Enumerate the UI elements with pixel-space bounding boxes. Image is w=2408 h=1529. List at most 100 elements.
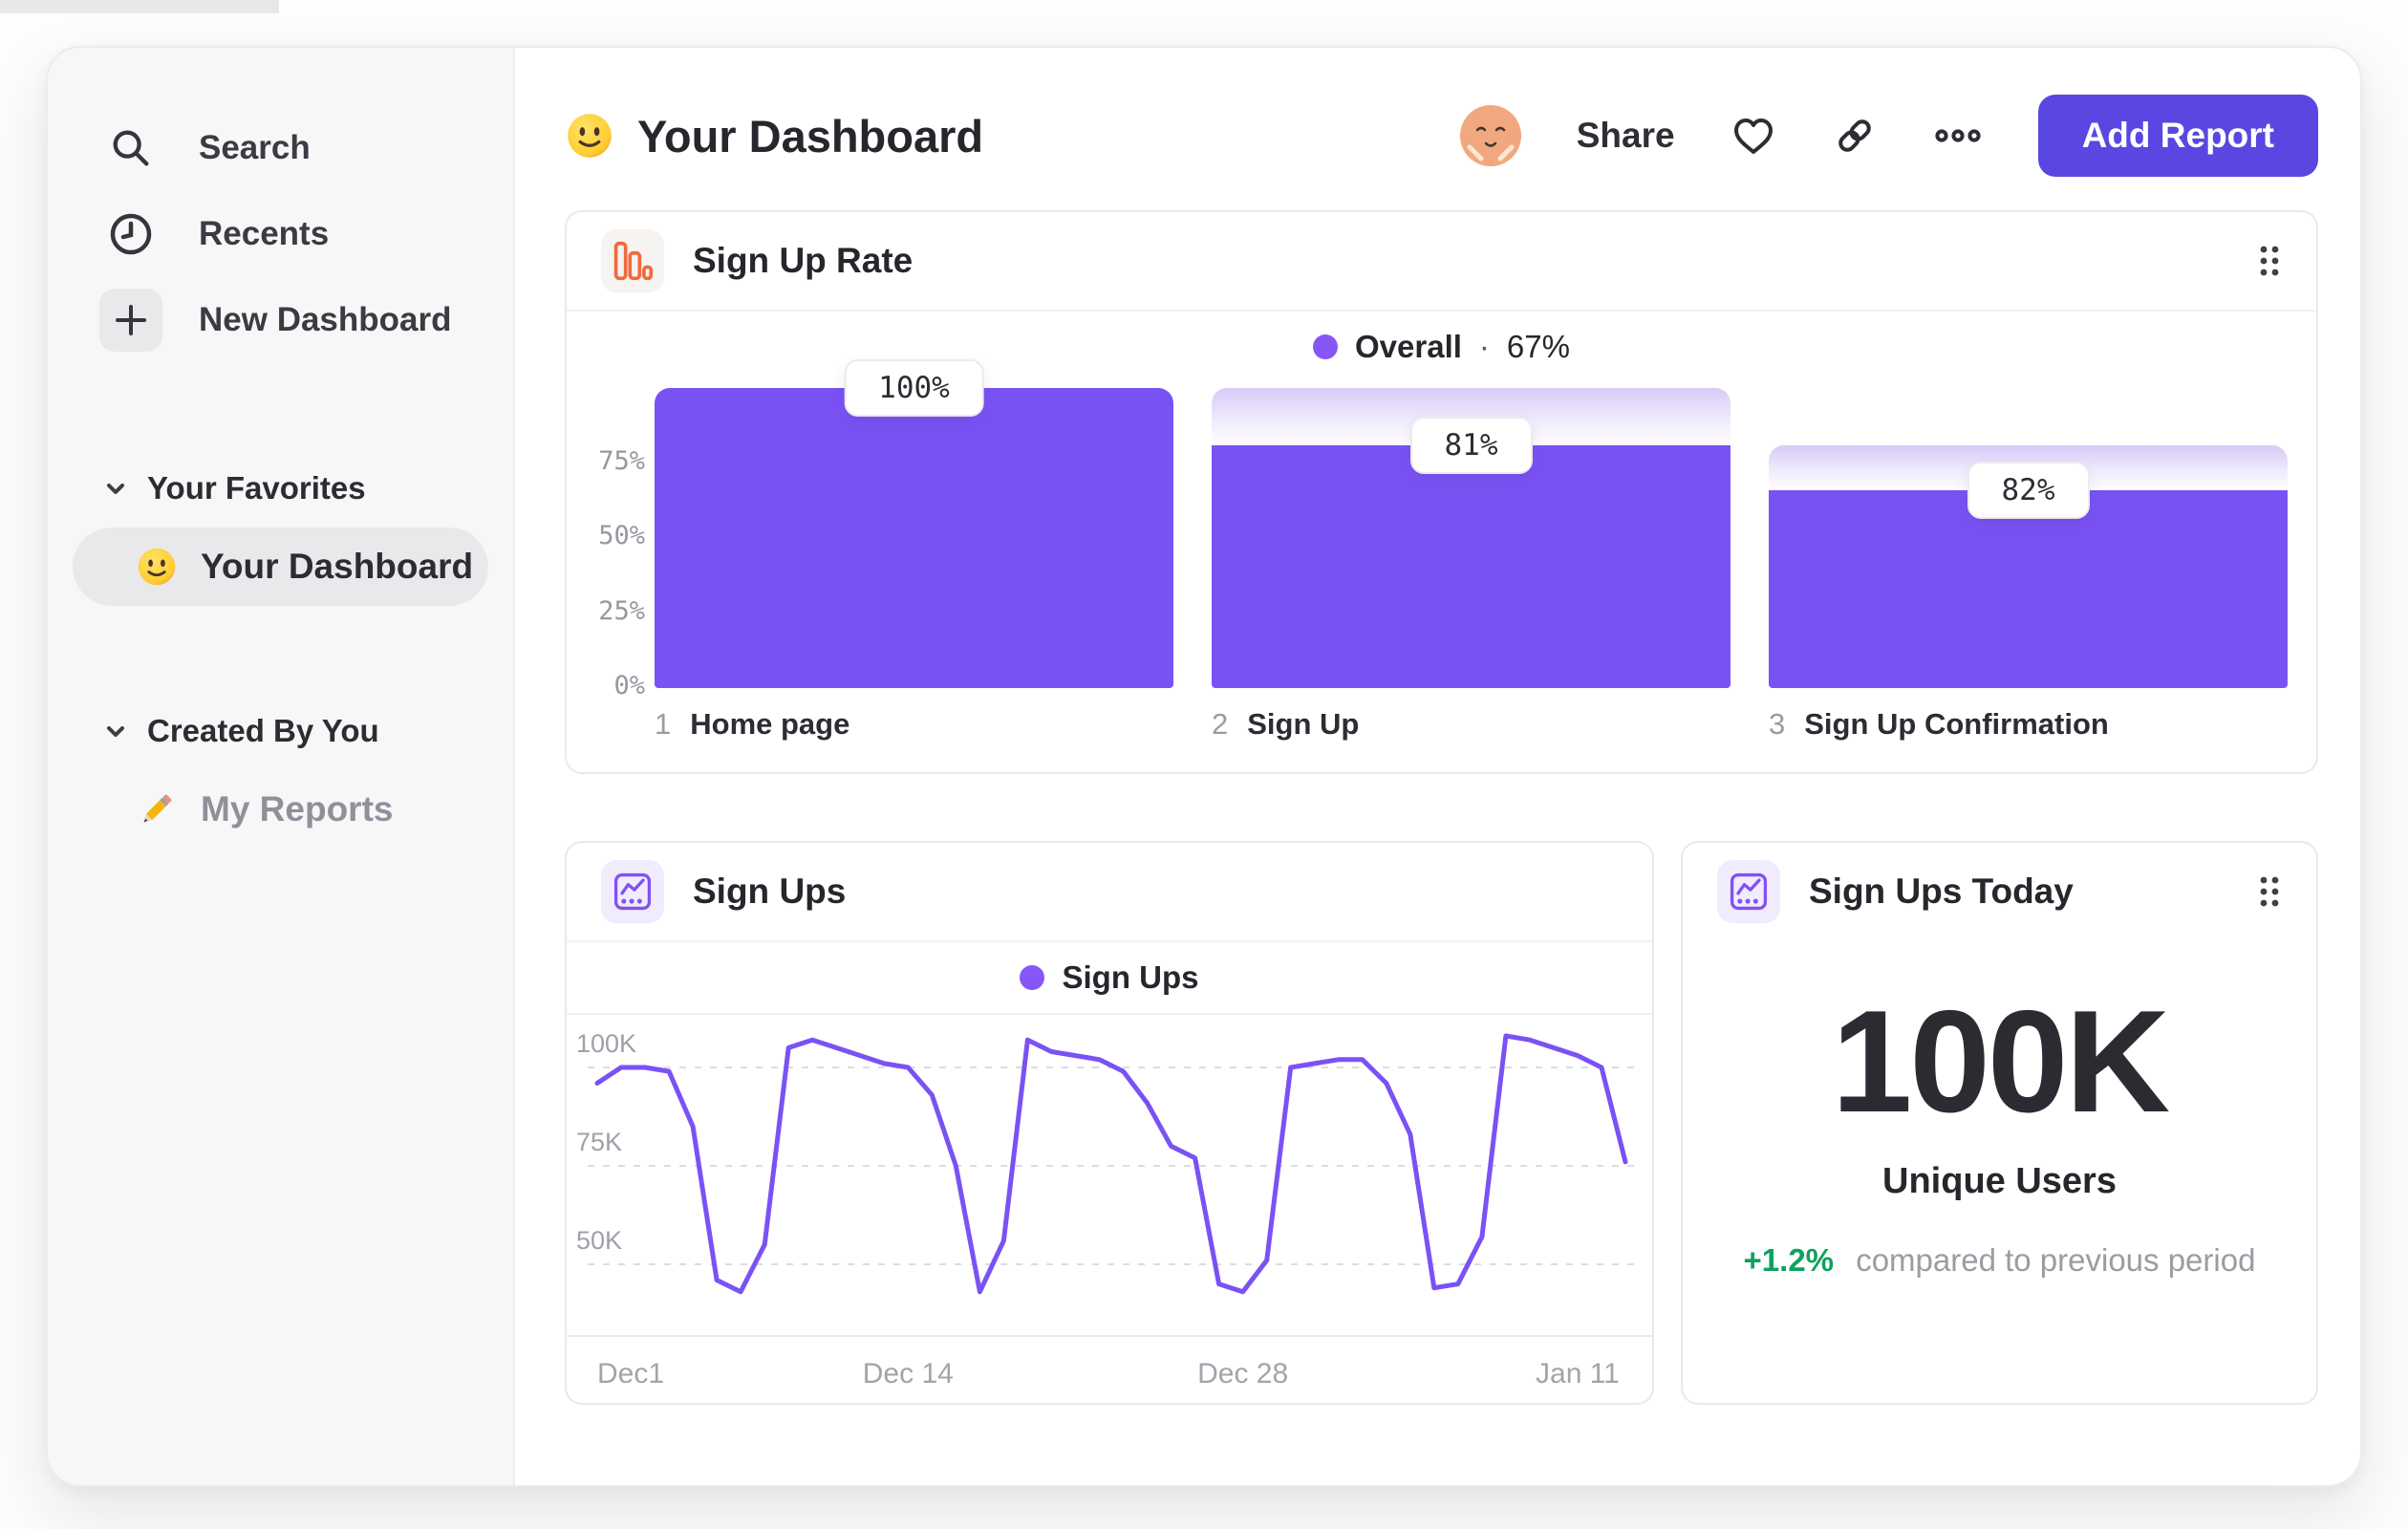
sidebar-item-label: Your Dashboard <box>201 547 474 586</box>
funnel-tooltip: 81% <box>1409 416 1533 474</box>
funnel-step-label: 1 Home page <box>655 707 1173 742</box>
add-report-button[interactable]: Add Report <box>2037 95 2318 177</box>
sidebar-item-recents[interactable]: Recents <box>48 191 513 277</box>
funnel-step-label: 3 Sign Up Confirmation <box>1769 707 2288 742</box>
bar-chart-icon <box>601 229 664 292</box>
y-axis-tick: 75% <box>598 445 645 476</box>
y-axis-tick: 100K <box>576 1029 637 1058</box>
funnel-segments: 100% 81% 82% <box>655 359 2288 688</box>
legend-dot <box>1020 965 1045 990</box>
funnel-chart[interactable]: 75% 50% 25% 0% 100% 81% 82% <box>595 359 2288 700</box>
page-header: Your Dashboard Share Add Report <box>565 90 2318 182</box>
stat-label: Unique Users <box>1882 1161 2117 1201</box>
funnel-bar <box>655 388 1173 688</box>
step-number: 2 <box>1212 707 1229 741</box>
line-series <box>588 1033 1635 1295</box>
background-window-edge <box>0 0 279 13</box>
sidebar-section-created-by-you: Created By You My Reports <box>48 700 513 849</box>
y-axis-tick: 50K <box>576 1226 623 1255</box>
header-actions: Share Add Report <box>1459 95 2318 177</box>
line-chart-icon <box>1717 860 1780 923</box>
step-name: Home page <box>690 707 850 741</box>
sidebar-item-label: Recents <box>199 215 330 252</box>
dashboard-row: Sign Ups Sign Ups 100K 75K 50K Dec1 Dec … <box>565 841 2318 1405</box>
x-axis-tick: Dec1 <box>597 1358 665 1389</box>
legend-separator: · <box>1478 329 1490 364</box>
card-header: Sign Ups Today <box>1683 843 2316 940</box>
card-title: Sign Ups <box>693 872 847 911</box>
drag-handle-icon[interactable] <box>2257 243 2282 279</box>
sidebar-item-label: Search <box>199 129 311 166</box>
x-axis-tick: Dec 28 <box>1197 1358 1289 1389</box>
sidebar-item-search[interactable]: Search <box>48 105 513 191</box>
pencil-emoji <box>136 788 178 830</box>
chevron-down-icon <box>103 476 128 501</box>
sidebar-item-your-dashboard[interactable]: Your Dashboard <box>73 528 488 606</box>
y-axis-tick: 0% <box>613 671 645 700</box>
y-axis-tick: 50% <box>598 521 645 550</box>
chevron-down-icon <box>103 719 128 743</box>
more-options-icon[interactable] <box>1933 113 1983 159</box>
funnel-step-label: 2 Sign Up <box>1212 707 1731 742</box>
face-avatar[interactable] <box>1459 105 1521 166</box>
sidebar-section-favorites: Your Favorites Your Dashboard <box>48 457 513 606</box>
stat-delta-note: compared to previous period <box>1856 1242 2256 1278</box>
card-header: Sign Ups <box>567 843 1652 940</box>
funnel-segment-sign-up-confirmation[interactable]: 82% <box>1769 388 2288 688</box>
plus-icon <box>99 289 162 352</box>
line-chart-icon <box>601 860 664 923</box>
drag-handle-icon[interactable] <box>2257 873 2282 910</box>
card-title: Sign Ups Today <box>1809 872 2074 911</box>
line-x-axis: Dec1 Dec 14 Dec 28 Jan 11 <box>588 1337 1631 1404</box>
line-chart[interactable]: 100K 75K 50K <box>567 1015 1652 1335</box>
step-name: Sign Up <box>1247 707 1360 741</box>
sidebar-item-new-dashboard[interactable]: New Dashboard <box>48 277 513 363</box>
funnel-segment-sign-up[interactable]: 81% <box>1212 388 1731 688</box>
sidebar: Search Recents New Dashboard Your Favori… <box>48 48 515 1485</box>
sidebar-item-my-reports[interactable]: My Reports <box>73 770 488 849</box>
stat-delta-row: +1.2% compared to previous period <box>1683 1242 2316 1279</box>
section-title: Your Favorites <box>147 470 366 506</box>
sign-ups-card: Sign Ups Sign Ups 100K 75K 50K Dec1 Dec … <box>565 841 1654 1405</box>
created-by-you-section-toggle[interactable]: Created By You <box>48 700 513 763</box>
sign-up-rate-card: Sign Up Rate Overall · 67% 75% 50% 25% 0… <box>565 210 2318 774</box>
sidebar-item-label: My Reports <box>201 789 394 829</box>
funnel-tooltip: 100% <box>844 359 984 417</box>
smiley-emoji <box>136 546 178 588</box>
stat-value: 100K <box>1831 980 2170 1143</box>
section-title: Created By You <box>147 713 379 748</box>
x-axis-tick: Dec 14 <box>862 1358 954 1389</box>
stat-body: 100K Unique Users +1.2% compared to prev… <box>1683 979 2316 1279</box>
line-legend[interactable]: Sign Ups <box>567 942 1652 1013</box>
x-axis-tick: Jan 11 <box>1536 1358 1620 1389</box>
sign-ups-today-card: Sign Ups Today 100K Unique Users +1.2% c… <box>1681 841 2318 1405</box>
sidebar-item-label: New Dashboard <box>199 301 452 338</box>
funnel-segment-home-page[interactable]: 100% <box>655 359 1173 688</box>
step-number: 3 <box>1769 707 1786 741</box>
card-title: Sign Up Rate <box>693 241 914 280</box>
smiley-emoji <box>565 111 614 161</box>
search-icon <box>99 117 162 180</box>
favorite-heart-icon[interactable] <box>1731 113 1776 159</box>
app-window: Search Recents New Dashboard Your Favori… <box>46 46 2362 1487</box>
funnel-legend[interactable]: Overall · 67% <box>567 312 2316 382</box>
step-number: 1 <box>655 707 672 741</box>
main-content: Your Dashboard Share Add Report Sign Up … <box>515 48 2360 1485</box>
stat-delta: +1.2% <box>1743 1242 1835 1278</box>
funnel-bar <box>1769 489 2288 688</box>
step-name: Sign Up Confirmation <box>1804 707 2109 741</box>
funnel-bar <box>1212 444 1731 688</box>
funnel-x-axis: 1 Home page 2 Sign Up 3 Sign Up Confirmatio… <box>595 707 2288 742</box>
legend-series: Sign Ups <box>1062 959 1199 995</box>
copy-link-icon[interactable] <box>1832 113 1878 159</box>
legend-value: 67% <box>1506 329 1570 364</box>
legend-dot <box>1313 334 1338 359</box>
clock-icon <box>99 203 162 266</box>
y-axis-tick: 25% <box>598 595 645 626</box>
share-button[interactable]: Share <box>1577 116 1675 156</box>
y-axis-tick: 75K <box>576 1128 623 1156</box>
page-title: Your Dashboard <box>637 110 984 162</box>
favorites-section-toggle[interactable]: Your Favorites <box>48 457 513 520</box>
legend-series: Overall <box>1355 329 1462 364</box>
funnel-tooltip: 82% <box>1967 461 2090 519</box>
